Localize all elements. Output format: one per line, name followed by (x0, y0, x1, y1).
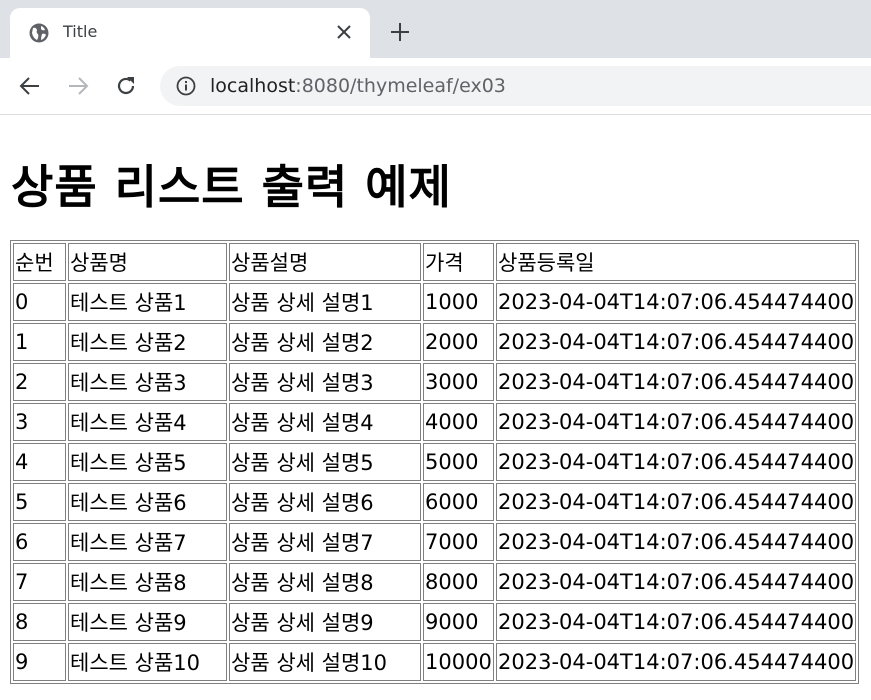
cell-product-name: 테스트 상품1 (68, 283, 227, 321)
cell-product-description: 상품 상세 설명1 (229, 283, 421, 321)
cell-price: 2000 (423, 323, 494, 361)
cell-index: 1 (13, 323, 66, 361)
cell-product-description: 상품 상세 설명6 (229, 483, 421, 521)
page-title: 상품 리스트 출력 예제 (11, 160, 452, 214)
table-header-row: 순번 상품명 상품설명 가격 상품등록일 (13, 243, 857, 281)
cell-product-description: 상품 상세 설명2 (229, 323, 421, 361)
cell-product-description: 상품 상세 설명5 (229, 443, 421, 481)
cell-registered-date: 2023-04-04T14:07:06.454474400 (496, 403, 857, 441)
header-index: 순번 (13, 243, 66, 281)
header-registered-date: 상품등록일 (496, 243, 857, 281)
url-host: localhost (210, 75, 296, 97)
cell-price: 10000 (423, 643, 494, 681)
browser-toolbar: localhost:8080/thymeleaf/ex03 (0, 58, 871, 115)
cell-registered-date: 2023-04-04T14:07:06.454474400 (496, 483, 857, 521)
cell-product-name: 테스트 상품4 (68, 403, 227, 441)
cell-product-description: 상품 상세 설명7 (229, 523, 421, 561)
cell-product-name: 테스트 상품5 (68, 443, 227, 481)
table-row: 8 테스트 상품9 상품 상세 설명9 9000 2023-04-04T14:0… (13, 603, 857, 641)
cell-price: 4000 (423, 403, 494, 441)
tab-title: Title (63, 22, 98, 41)
table-row: 2 테스트 상품3 상품 상세 설명3 3000 2023-04-04T14:0… (13, 363, 857, 401)
cell-registered-date: 2023-04-04T14:07:06.454474400 (496, 603, 857, 641)
header-product-description: 상품설명 (229, 243, 421, 281)
back-arrow-icon[interactable] (16, 72, 44, 100)
product-table: 순번 상품명 상품설명 가격 상품등록일 0 테스트 상품1 상품 상세 설명1… (10, 240, 860, 684)
cell-registered-date: 2023-04-04T14:07:06.454474400 (496, 563, 857, 601)
table-row: 6 테스트 상품7 상품 상세 설명7 7000 2023-04-04T14:0… (13, 523, 857, 561)
cell-registered-date: 2023-04-04T14:07:06.454474400 (496, 443, 857, 481)
cell-price: 8000 (423, 563, 494, 601)
cell-product-name: 테스트 상품8 (68, 563, 227, 601)
close-icon[interactable] (333, 21, 355, 43)
table-row: 3 테스트 상품4 상품 상세 설명4 4000 2023-04-04T14:0… (13, 403, 857, 441)
cell-product-name: 테스트 상품3 (68, 363, 227, 401)
cell-index: 0 (13, 283, 66, 321)
page-content: 상품 리스트 출력 예제 순번 상품명 상품설명 가격 상품등록일 0 테스트 … (0, 115, 871, 700)
table-row: 7 테스트 상품8 상품 상세 설명8 8000 2023-04-04T14:0… (13, 563, 857, 601)
cell-index: 2 (13, 363, 66, 401)
cell-index: 3 (13, 403, 66, 441)
cell-price: 7000 (423, 523, 494, 561)
cell-product-description: 상품 상세 설명8 (229, 563, 421, 601)
url-text[interactable]: localhost:8080/thymeleaf/ex03 (210, 75, 506, 97)
url-path: :8080/thymeleaf/ex03 (295, 75, 506, 97)
cell-product-description: 상품 상세 설명3 (229, 363, 421, 401)
browser-tab[interactable]: Title (10, 8, 370, 58)
cell-index: 6 (13, 523, 66, 561)
cell-price: 6000 (423, 483, 494, 521)
table-row: 4 테스트 상품5 상품 상세 설명5 5000 2023-04-04T14:0… (13, 443, 857, 481)
cell-product-description: 상품 상세 설명10 (229, 643, 421, 681)
cell-product-description: 상품 상세 설명4 (229, 403, 421, 441)
cell-registered-date: 2023-04-04T14:07:06.454474400 (496, 523, 857, 561)
globe-icon (29, 23, 49, 43)
cell-product-description: 상품 상세 설명9 (229, 603, 421, 641)
cell-product-name: 테스트 상품7 (68, 523, 227, 561)
cell-product-name: 테스트 상품9 (68, 603, 227, 641)
cell-product-name: 테스트 상품2 (68, 323, 227, 361)
cell-price: 3000 (423, 363, 494, 401)
cell-index: 9 (13, 643, 66, 681)
table-row: 9 테스트 상품10 상품 상세 설명10 10000 2023-04-04T1… (13, 643, 857, 681)
plus-icon[interactable] (388, 20, 412, 44)
table-row: 0 테스트 상품1 상품 상세 설명1 1000 2023-04-04T14:0… (13, 283, 857, 321)
cell-product-name: 테스트 상품10 (68, 643, 227, 681)
cell-index: 8 (13, 603, 66, 641)
cell-index: 5 (13, 483, 66, 521)
cell-product-name: 테스트 상품6 (68, 483, 227, 521)
cell-price: 5000 (423, 443, 494, 481)
cell-registered-date: 2023-04-04T14:07:06.454474400 (496, 363, 857, 401)
cell-registered-date: 2023-04-04T14:07:06.454474400 (496, 643, 857, 681)
table-row: 5 테스트 상품6 상품 상세 설명6 6000 2023-04-04T14:0… (13, 483, 857, 521)
forward-arrow-icon[interactable] (64, 72, 92, 100)
address-bar[interactable]: localhost:8080/thymeleaf/ex03 (160, 66, 871, 106)
header-price: 가격 (423, 243, 494, 281)
cell-price: 9000 (423, 603, 494, 641)
browser-tab-strip: Title (0, 0, 871, 58)
cell-price: 1000 (423, 283, 494, 321)
cell-registered-date: 2023-04-04T14:07:06.454474400 (496, 323, 857, 361)
header-product-name: 상품명 (68, 243, 227, 281)
cell-index: 4 (13, 443, 66, 481)
reload-icon[interactable] (112, 72, 140, 100)
info-icon[interactable] (176, 76, 196, 96)
table-row: 1 테스트 상품2 상품 상세 설명2 2000 2023-04-04T14:0… (13, 323, 857, 361)
cell-index: 7 (13, 563, 66, 601)
cell-registered-date: 2023-04-04T14:07:06.454474400 (496, 283, 857, 321)
